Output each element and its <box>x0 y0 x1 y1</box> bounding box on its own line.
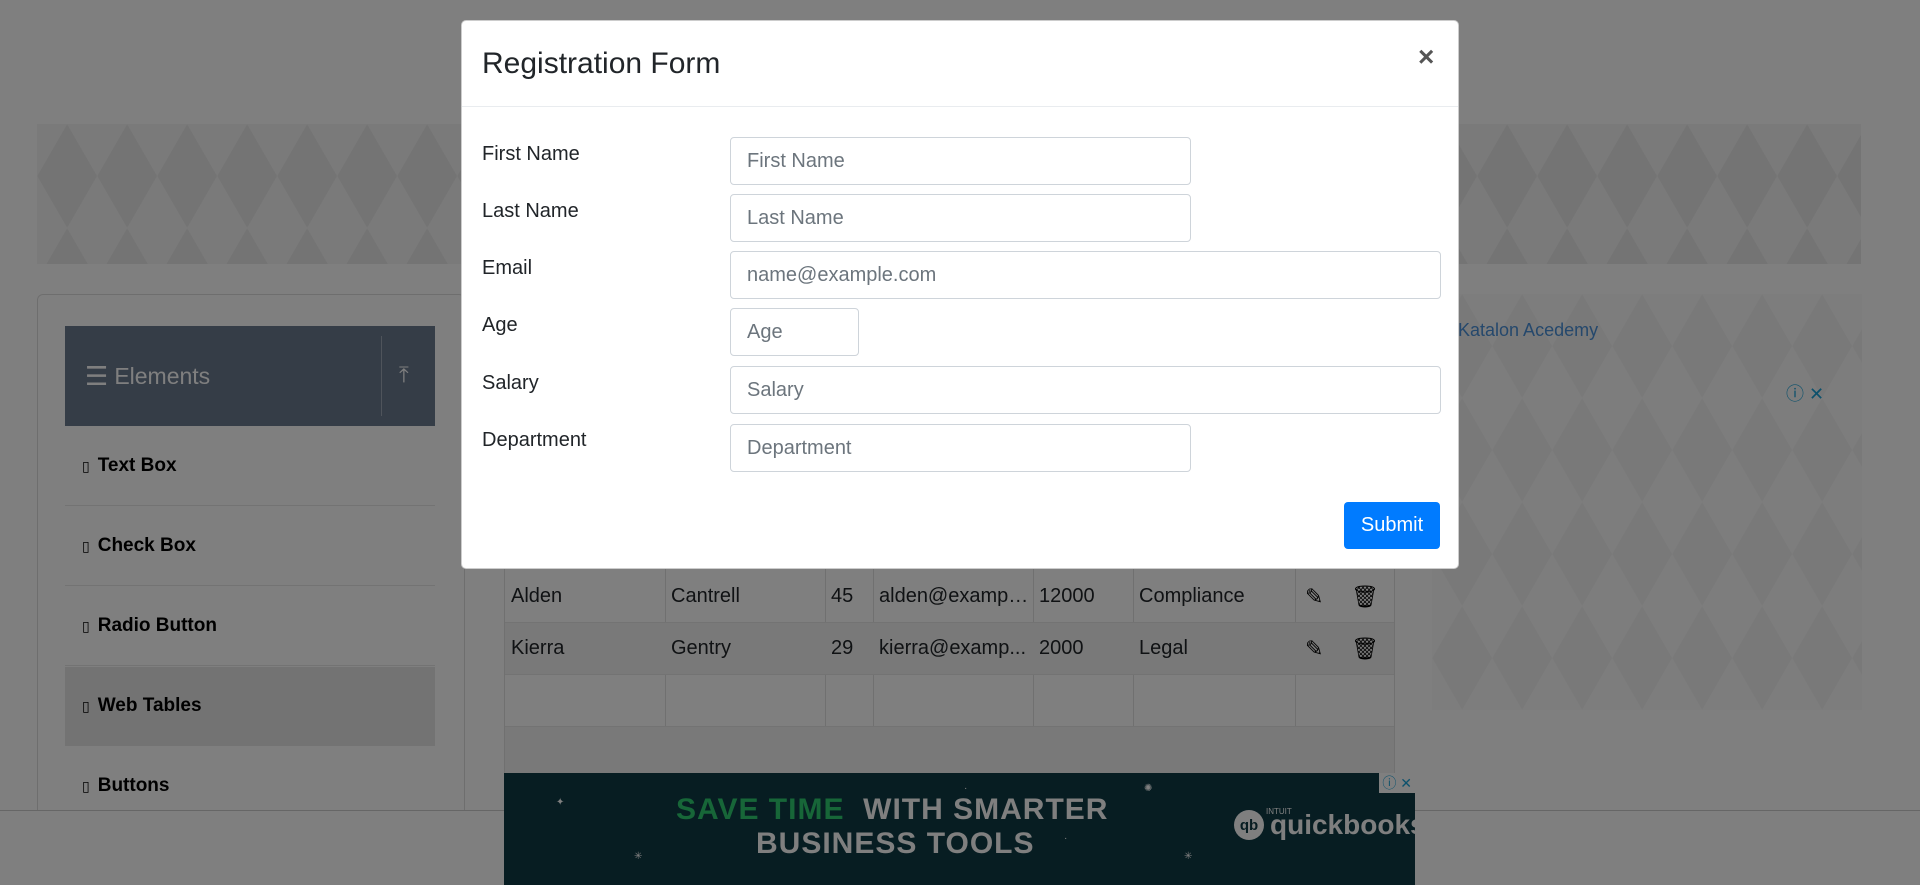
last-name-input[interactable] <box>730 194 1191 242</box>
department-input[interactable] <box>730 424 1191 472</box>
first-name-input[interactable] <box>730 137 1191 185</box>
modal-title: Registration Form <box>482 47 721 80</box>
first-name-label: First Name <box>482 143 580 165</box>
age-input[interactable] <box>730 308 859 356</box>
email-input[interactable] <box>730 251 1441 299</box>
last-name-label: Last Name <box>482 200 579 222</box>
modal-header: Registration Form × <box>462 21 1458 107</box>
salary-input[interactable] <box>730 366 1441 414</box>
submit-button[interactable]: Submit <box>1344 502 1440 549</box>
email-label: Email <box>482 257 533 279</box>
age-label: Age <box>482 314 518 336</box>
department-label: Department <box>482 429 587 451</box>
salary-label: Salary <box>482 372 539 394</box>
registration-modal: Registration Form × First Name Last Name… <box>461 20 1459 569</box>
close-icon[interactable]: × <box>1418 43 1434 71</box>
